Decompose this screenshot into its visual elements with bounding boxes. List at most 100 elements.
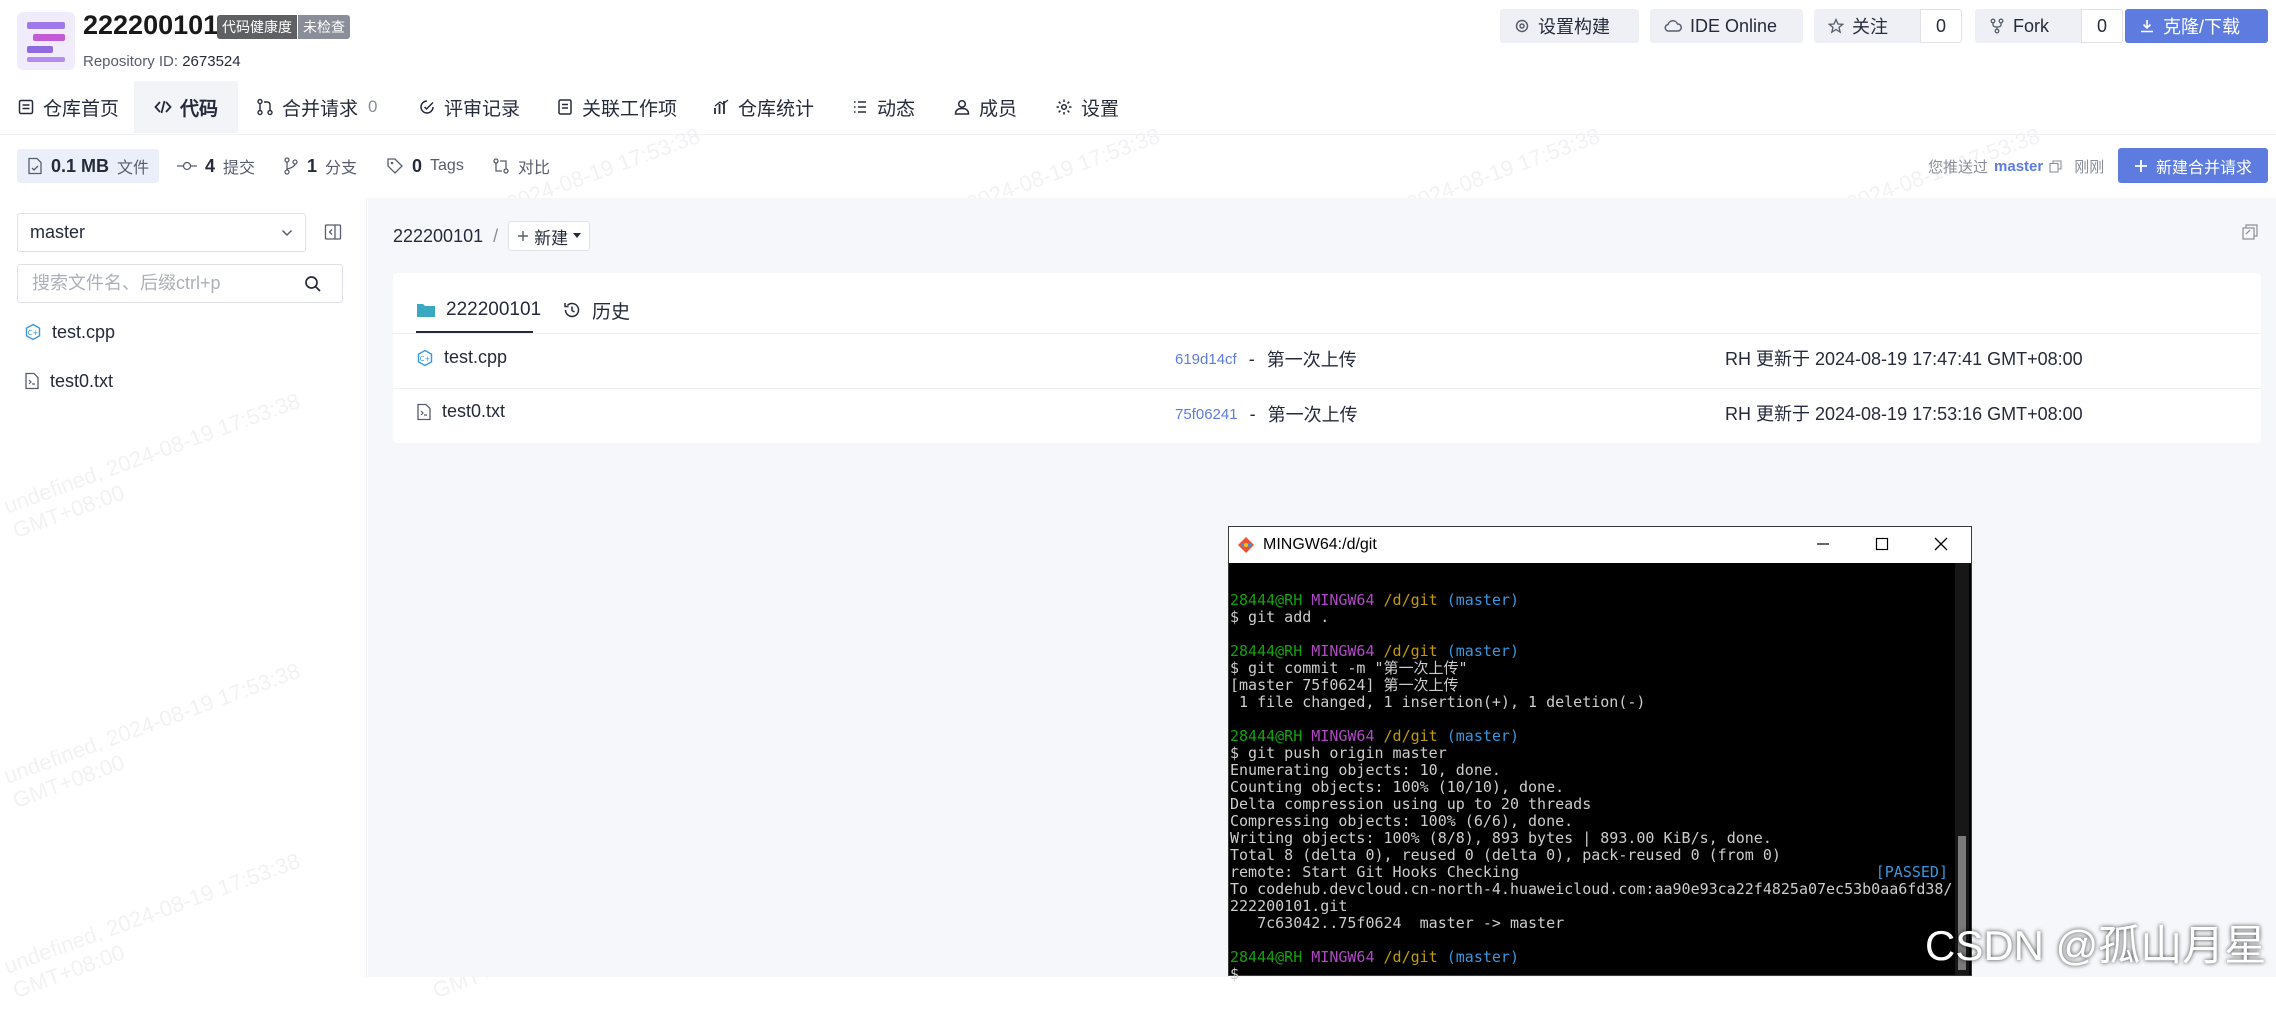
updated-time: RH 更新于 2024-08-19 17:53:16 GMT+08:00 — [1725, 404, 2083, 424]
caret-down-icon — [573, 233, 582, 239]
search-icon[interactable] — [304, 275, 322, 293]
file-name-test0-txt[interactable]: test0.txt — [416, 401, 505, 422]
file-search[interactable] — [17, 264, 343, 303]
svg-text:C+: C+ — [420, 355, 431, 363]
fork-icon — [1989, 18, 2005, 34]
file-icon — [27, 157, 43, 175]
breadcrumb: 222200101 / 新建 — [393, 221, 591, 251]
chevron-down-icon — [281, 229, 293, 237]
breadcrumb-repo[interactable]: 222200101 — [393, 226, 483, 247]
gear-icon — [1514, 18, 1530, 34]
collapse-sidebar-icon[interactable] — [324, 223, 342, 241]
tab-linked-workitems[interactable]: 关联工作项 — [556, 81, 677, 133]
new-file-dropdown[interactable]: 新建 — [508, 221, 591, 251]
commit-hash-link[interactable]: 75f06241 — [1175, 406, 1238, 423]
tab-repo-stats[interactable]: 仓库统计 — [712, 81, 814, 133]
repo-id: Repository ID: 2673524 — [83, 53, 241, 70]
tab-members[interactable]: 成员 — [953, 81, 1017, 133]
star-icon — [1828, 18, 1844, 34]
new-merge-request-button[interactable]: 新建合并请求 — [2118, 148, 2268, 183]
tab-repo-home[interactable]: 仓库首页 — [17, 81, 119, 133]
cloud-icon — [1664, 19, 1682, 33]
push-info: 您推送过 master 刚刚 — [1928, 157, 2105, 176]
tab-review-records[interactable]: 评审记录 — [418, 81, 520, 133]
maximize-icon[interactable] — [1874, 536, 1890, 552]
download-icon — [2139, 18, 2155, 34]
review-icon — [418, 98, 436, 116]
stat-tags[interactable]: 0 Tags — [386, 149, 464, 183]
terminal-titlebar[interactable]: MINGW64:/d/git — [1229, 527, 1971, 563]
prompt-line: 28444@RH MINGW64 /d/git (master) — [1230, 727, 1519, 745]
push-branch-link[interactable]: master — [1994, 158, 2043, 175]
home-icon — [17, 98, 35, 116]
plus-icon — [517, 230, 529, 242]
terminal-window[interactable]: MINGW64:/d/git 28444@RH MINGW64 /d/git (… — [1228, 526, 1972, 983]
tab-history[interactable]: 历史 — [562, 286, 630, 334]
gear-icon — [1055, 98, 1073, 116]
watermark-text: undefined, 2024-08-19 17:53:38GMT+08:00 — [0, 848, 304, 1004]
file-search-input[interactable] — [30, 272, 304, 295]
commit-info: 619d14cf - 第一次上传 — [1175, 346, 1357, 372]
commit-icon — [177, 160, 197, 172]
stat-size[interactable]: 0.1 MB 文件 — [17, 149, 160, 183]
follow-count[interactable]: 0 — [1920, 9, 1962, 43]
watermark-text: undefined, 2024-08-19 17:53:38GMT+08:00 — [0, 658, 304, 814]
commit-info: 75f06241 - 第一次上传 — [1175, 401, 1358, 427]
copy-icon[interactable] — [2049, 159, 2062, 173]
tab-activity[interactable]: 动态 — [851, 81, 915, 133]
tree-item-test0-txt[interactable]: test0.txt — [24, 366, 113, 396]
tab-files[interactable]: 222200101 — [416, 286, 541, 334]
tab-merge-requests[interactable]: 合并请求 0 — [256, 81, 377, 133]
text-file-icon — [24, 372, 40, 390]
updated-time: RH 更新于 2024-08-19 17:47:41 GMT+08:00 — [1725, 349, 2083, 369]
ide-online-button[interactable]: IDE Online — [1650, 9, 1803, 43]
list-icon — [851, 98, 869, 116]
close-icon[interactable] — [1933, 536, 1949, 552]
repo-logo — [17, 12, 75, 70]
tab-settings[interactable]: 设置 — [1055, 81, 1119, 133]
compare-link[interactable]: 对比 — [492, 149, 550, 183]
folder-icon — [416, 302, 436, 318]
commit-hash-link[interactable]: 619d14cf — [1175, 351, 1237, 368]
history-icon — [562, 300, 582, 320]
tabs-divider — [0, 134, 2276, 135]
stat-commits[interactable]: 4 提交 — [177, 149, 255, 183]
branch-select[interactable]: master — [17, 213, 306, 252]
merge-icon — [256, 98, 274, 116]
follow-button[interactable]: 关注 — [1814, 9, 1920, 43]
fork-button[interactable]: Fork — [1975, 9, 2081, 43]
health-status-badge[interactable]: 未检查 — [298, 15, 350, 39]
prompt-line: 28444@RH MINGW64 /d/git (master) — [1230, 591, 1519, 609]
commit-message: 第一次上传 — [1266, 350, 1357, 370]
minimize-icon[interactable] — [1815, 536, 1831, 552]
csdn-watermark: CSDN @孤山月星 — [1925, 922, 2267, 969]
watermark-text: undefined, 2024-08-19 17:53:38GMT+08:00 — [0, 388, 304, 544]
health-badge[interactable]: 代码健康度 — [217, 15, 297, 39]
sidebar-divider — [366, 198, 367, 977]
stat-branches[interactable]: 1 分支 — [283, 149, 357, 183]
cpp-file-icon: C+ — [416, 349, 434, 367]
prompt-line: 28444@RH MINGW64 /d/git (master) — [1230, 642, 1519, 660]
svg-text:C+: C+ — [28, 329, 39, 337]
cpp-file-icon: C+ — [24, 323, 42, 341]
compare-icon — [492, 157, 510, 175]
commit-message: 第一次上传 — [1267, 405, 1358, 425]
stats-icon — [712, 98, 730, 116]
setup-build-button[interactable]: 设置构建 — [1500, 9, 1639, 43]
code-icon — [154, 98, 172, 116]
user-icon — [953, 98, 971, 116]
file-name-test-cpp[interactable]: C+ test.cpp — [416, 347, 507, 368]
repo-name: 222200101 — [83, 10, 219, 40]
workitem-icon — [556, 98, 574, 116]
text-file-icon — [416, 403, 432, 421]
tree-item-test-cpp[interactable]: C+ test.cpp — [24, 317, 115, 347]
clone-download-button[interactable]: 克隆/下载 — [2125, 9, 2268, 43]
tag-icon — [386, 157, 404, 175]
git-logo-icon — [1237, 536, 1255, 554]
plus-icon — [2134, 159, 2148, 173]
fork-count[interactable]: 0 — [2081, 9, 2123, 43]
prompt-line: 28444@RH MINGW64 /d/git (master) — [1230, 948, 1519, 966]
fullscreen-icon[interactable] — [2242, 224, 2258, 240]
tab-code[interactable]: 代码 — [134, 81, 239, 133]
terminal-output[interactable]: 28444@RH MINGW64 /d/git (master) $ git ad… — [1229, 565, 1960, 983]
